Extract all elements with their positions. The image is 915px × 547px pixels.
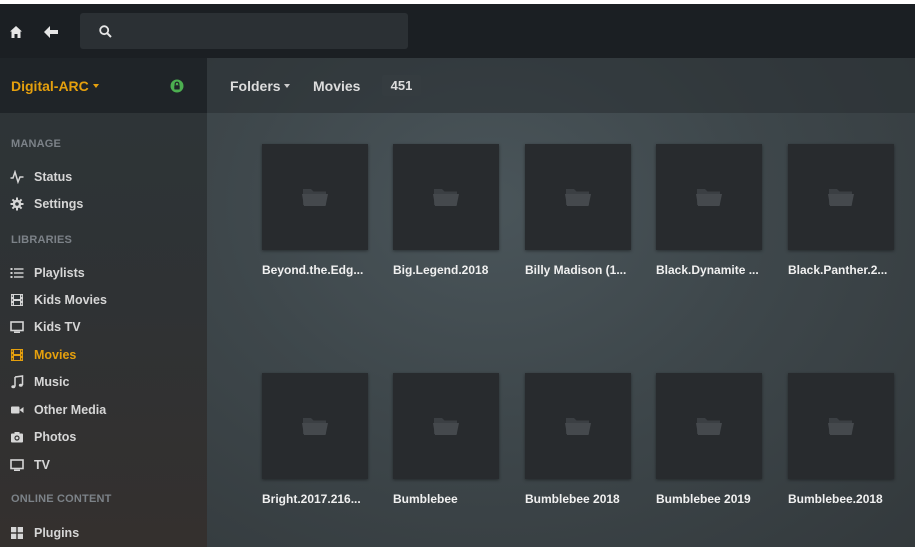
folder-icon	[696, 418, 722, 435]
grid-icon	[11, 527, 23, 539]
folder-poster[interactable]	[788, 144, 894, 250]
sidebar-item-tv[interactable]: TV	[0, 453, 207, 477]
folder-icon	[433, 189, 459, 206]
tv-icon	[10, 459, 24, 471]
sidebar-item-label: Playlists	[34, 266, 85, 280]
sidebar-item-label: TV	[34, 458, 50, 472]
folder-poster[interactable]	[525, 144, 631, 250]
sidebar: Digital-ARC MANAGE Status Settings LIBRA…	[0, 58, 207, 547]
folder-poster[interactable]	[525, 373, 631, 479]
folder-title[interactable]: Bumblebee	[393, 492, 499, 506]
folder-title[interactable]: Big.Legend.2018	[393, 263, 499, 277]
sidebar-item-settings[interactable]: Settings	[0, 192, 207, 216]
folder-icon	[828, 189, 854, 206]
back-arrow-icon[interactable]	[43, 25, 59, 39]
sidebar-item-kids-tv[interactable]: Kids TV	[0, 315, 207, 339]
sidebar-item-other-media[interactable]: Other Media	[0, 398, 207, 422]
folder-icon	[433, 418, 459, 435]
folder-icon	[828, 418, 854, 435]
library-title: Movies	[313, 78, 361, 94]
film-icon	[11, 349, 23, 361]
folder-tile[interactable]: Bumblebee.2018	[788, 373, 894, 506]
folder-tile[interactable]: Bumblebee 2018	[525, 373, 631, 506]
folder-tile[interactable]: Bumblebee	[393, 373, 499, 506]
section-manage: MANAGE	[11, 138, 62, 150]
folder-title[interactable]: Billy Madison (1...	[525, 263, 631, 277]
folder-icon	[696, 189, 722, 206]
folder-title[interactable]: Beyond.the.Edg...	[262, 263, 368, 277]
folder-poster[interactable]	[656, 373, 762, 479]
film-icon	[11, 294, 23, 306]
video-camera-icon	[11, 406, 24, 414]
folder-poster[interactable]	[788, 373, 894, 479]
secure-lock-icon	[170, 79, 184, 93]
folder-tile[interactable]: Black.Panther.2...	[788, 144, 894, 277]
sidebar-item-movies[interactable]: Movies	[0, 343, 207, 367]
music-icon	[11, 375, 24, 389]
folder-icon	[565, 418, 591, 435]
top-bar	[0, 0, 915, 58]
folder-title[interactable]: Bumblebee.2018	[788, 492, 894, 506]
sidebar-item-label: Other Media	[34, 403, 107, 417]
folder-tile[interactable]: Bright.2017.216...	[262, 373, 368, 506]
sidebar-item-label: Photos	[34, 430, 77, 444]
folder-tile[interactable]: Billy Madison (1...	[525, 144, 631, 277]
sidebar-item-label: Movies	[34, 348, 77, 362]
folder-tile[interactable]: Black.Dynamite ...	[656, 144, 762, 277]
list-icon	[10, 268, 24, 278]
sidebar-item-label: Status	[34, 170, 73, 184]
search-box[interactable]	[80, 13, 408, 49]
folders-dropdown[interactable]: Folders	[230, 78, 281, 94]
gear-icon	[10, 197, 24, 211]
section-online-content: ONLINE CONTENT	[11, 493, 112, 505]
search-icon	[99, 25, 112, 38]
sidebar-item-label: Kids Movies	[34, 293, 107, 307]
folder-tile[interactable]: Bumblebee 2019	[656, 373, 762, 506]
folder-poster[interactable]	[262, 144, 368, 250]
tv-icon	[10, 321, 24, 333]
activity-icon	[10, 170, 24, 184]
sidebar-item-music[interactable]: Music	[0, 370, 207, 394]
chevron-down-icon[interactable]	[93, 84, 99, 88]
folder-title[interactable]: Black.Dynamite ...	[656, 263, 762, 277]
section-libraries: LIBRARIES	[11, 234, 73, 246]
sidebar-item-label: Settings	[34, 197, 84, 211]
sidebar-item-plugins[interactable]: Plugins	[0, 521, 207, 545]
folder-title[interactable]: Bumblebee 2019	[656, 492, 762, 506]
chevron-down-icon[interactable]	[284, 84, 290, 88]
item-count-badge: 451	[382, 75, 421, 96]
sidebar-item-label: Music	[34, 375, 70, 389]
folder-title[interactable]: Black.Panther.2...	[788, 263, 894, 277]
folder-poster[interactable]	[262, 373, 368, 479]
main-content: Folders Movies 451 Beyond.the.Edg... Big.…	[207, 58, 915, 547]
library-header: Folders Movies 451	[207, 58, 915, 113]
home-icon[interactable]	[9, 25, 23, 39]
sidebar-item-status[interactable]: Status	[0, 165, 207, 189]
camera-icon	[11, 432, 23, 443]
folder-tile[interactable]: Beyond.the.Edg...	[262, 144, 368, 277]
sidebar-item-photos[interactable]: Photos	[0, 425, 207, 449]
folder-icon	[302, 189, 328, 206]
folder-icon	[302, 418, 328, 435]
server-selector[interactable]: Digital-ARC	[0, 58, 207, 113]
folder-tile[interactable]: Big.Legend.2018	[393, 144, 499, 277]
sidebar-item-playlists[interactable]: Playlists	[0, 261, 207, 285]
search-input[interactable]	[124, 19, 394, 43]
folder-poster[interactable]	[393, 373, 499, 479]
folder-poster[interactable]	[393, 144, 499, 250]
folder-poster[interactable]	[656, 144, 762, 250]
sidebar-item-label: Plugins	[34, 526, 80, 540]
sidebar-item-kids-movies[interactable]: Kids Movies	[0, 288, 207, 312]
folder-title[interactable]: Bumblebee 2018	[525, 492, 631, 506]
folder-icon	[565, 189, 591, 206]
server-name[interactable]: Digital-ARC	[11, 78, 89, 94]
folder-title[interactable]: Bright.2017.216...	[262, 492, 368, 506]
sidebar-item-label: Kids TV	[34, 320, 81, 334]
